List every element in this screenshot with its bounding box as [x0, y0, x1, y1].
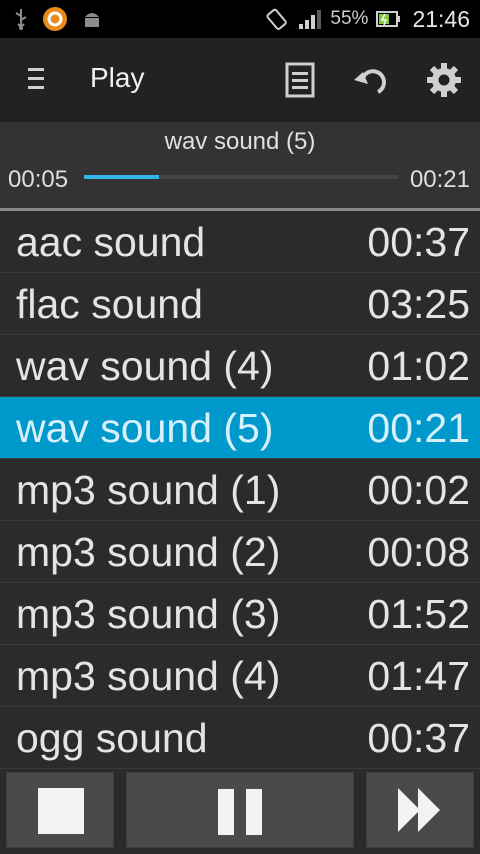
elapsed-time: 00:05	[8, 166, 69, 193]
track-name: mp3 sound (4)	[16, 653, 281, 699]
track-row[interactable]: mp3 sound (2) 00:08	[0, 521, 480, 583]
next-button[interactable]	[366, 772, 474, 848]
track-row[interactable]: wav sound (4) 01:02	[0, 335, 480, 397]
seek-bar[interactable]	[84, 175, 398, 179]
track-name: aac sound	[16, 219, 206, 265]
track-row[interactable]: flac sound 03:25	[0, 273, 480, 335]
page-title: Play	[90, 62, 145, 93]
track-duration: 00:37	[367, 219, 470, 265]
stop-button[interactable]	[6, 772, 114, 848]
status-bar: 55% 21:46	[0, 0, 480, 38]
track-duration: 01:52	[367, 591, 470, 637]
signal-icon	[299, 10, 322, 29]
android-debug-icon	[85, 13, 99, 27]
now-playing-title: wav sound (5)	[164, 128, 316, 155]
undo-icon[interactable]	[352, 60, 392, 100]
track-row[interactable]: wav sound (5) 00:21	[0, 397, 480, 459]
track-list: aac sound 00:37 flac sound 03:25 wav sound (…	[0, 211, 480, 769]
track-duration: 03:25	[367, 281, 470, 327]
settings-icon[interactable]	[424, 60, 464, 100]
track-row[interactable]: ogg sound 00:37	[0, 707, 480, 769]
seek-bar-progress	[84, 175, 160, 179]
track-row[interactable]: mp3 sound (1) 00:02	[0, 459, 480, 521]
track-duration: 00:21	[367, 405, 470, 451]
pause-button[interactable]	[126, 772, 354, 848]
track-duration: 01:02	[367, 343, 470, 389]
usb-icon	[15, 9, 27, 30]
track-row[interactable]: mp3 sound (3) 01:52	[0, 583, 480, 645]
fast-forward-icon	[398, 788, 440, 832]
playback-controls	[0, 770, 480, 854]
track-duration: 00:02	[367, 467, 470, 513]
now-playing-panel: wav sound (5) 00:05 00:21	[0, 122, 480, 208]
track-duration: 00:37	[367, 715, 470, 761]
track-duration: 00:08	[367, 529, 470, 575]
track-row[interactable]: mp3 sound (4) 01:47	[0, 645, 480, 707]
track-duration: 01:47	[367, 653, 470, 699]
stop-icon	[38, 788, 84, 834]
track-name: mp3 sound (3)	[16, 591, 281, 637]
menu-icon[interactable]	[28, 68, 46, 92]
rotate-icon	[266, 8, 288, 30]
battery-icon	[376, 11, 401, 27]
track-name: mp3 sound (2)	[16, 529, 281, 575]
clock: 21:46	[412, 5, 470, 32]
action-bar: Play	[0, 38, 480, 122]
track-name: wav sound (4)	[16, 343, 274, 389]
track-name: mp3 sound (1)	[16, 467, 281, 513]
battery-percent: 55%	[330, 8, 369, 29]
app-notification-icon	[43, 7, 67, 31]
track-name: ogg sound	[16, 715, 208, 761]
track-name: flac sound	[16, 281, 203, 327]
total-time: 00:21	[409, 166, 470, 193]
track-name: wav sound (5)	[16, 405, 274, 451]
track-row[interactable]: aac sound 00:37	[0, 211, 480, 273]
playlist-icon[interactable]	[280, 60, 320, 100]
